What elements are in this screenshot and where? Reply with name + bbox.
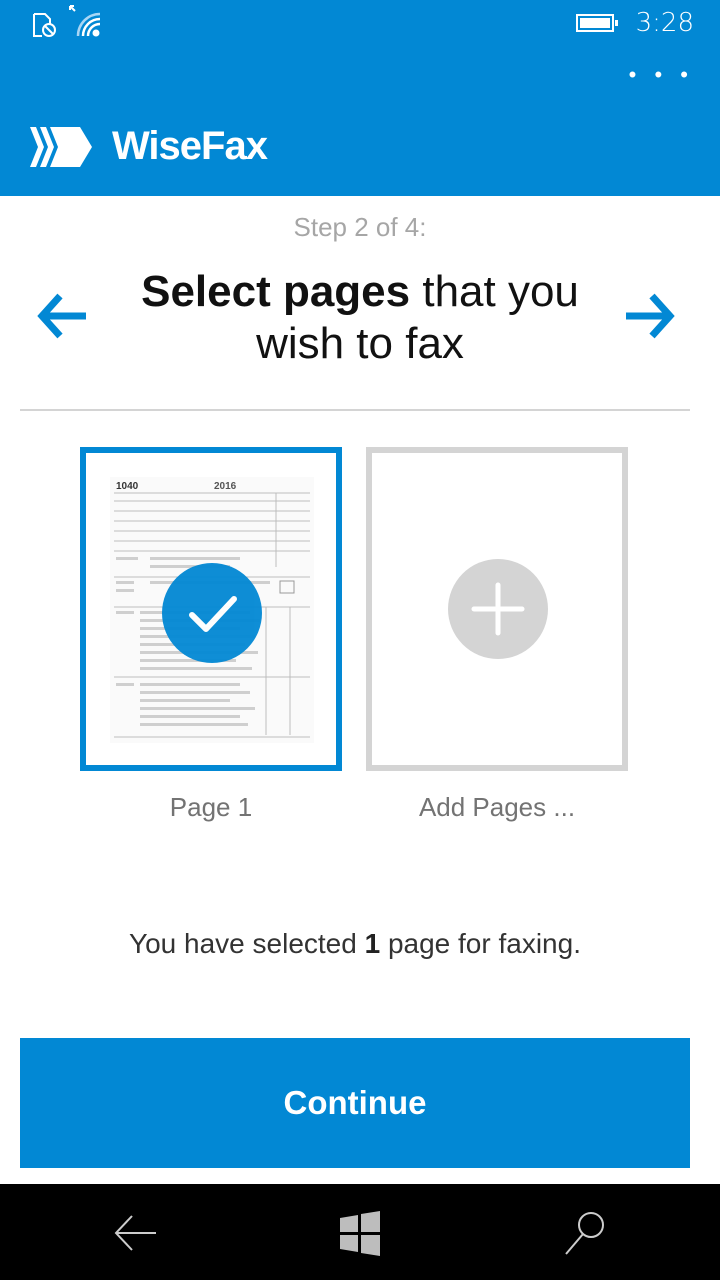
selection-summary: You have selected 1 page for faxing. bbox=[0, 928, 710, 960]
summary-prefix: You have selected bbox=[129, 928, 365, 959]
back-icon[interactable] bbox=[110, 1208, 160, 1258]
more-options-button[interactable]: • • • bbox=[629, 62, 694, 88]
arrow-left-icon[interactable] bbox=[34, 290, 88, 342]
summary-suffix: page for faxing. bbox=[380, 928, 581, 959]
page-title: Select pages that you wish to fax bbox=[110, 266, 610, 370]
search-icon[interactable] bbox=[560, 1208, 610, 1258]
system-nav-bar bbox=[0, 1184, 720, 1280]
wifi-icon bbox=[69, 5, 101, 37]
title-bold: Select pages bbox=[141, 267, 411, 316]
app-logo: WiseFax bbox=[30, 124, 268, 169]
step-indicator: Step 2 of 4: bbox=[293, 212, 427, 242]
app-header: 3:28 • • • WiseFax bbox=[0, 0, 720, 196]
clock: 3:28 bbox=[635, 8, 694, 38]
sim-blocked-icon bbox=[33, 13, 56, 37]
page-1-label: Page 1 bbox=[169, 792, 253, 822]
selected-check-badge bbox=[162, 563, 262, 663]
svg-text:1040: 1040 bbox=[116, 481, 139, 492]
arrow-right-icon[interactable] bbox=[624, 290, 678, 342]
status-bar: 3:28 bbox=[0, 0, 720, 48]
divider bbox=[20, 409, 690, 411]
svg-text:2016: 2016 bbox=[214, 481, 237, 492]
battery-icon bbox=[576, 14, 618, 32]
checkmark-icon bbox=[189, 596, 237, 632]
add-circle bbox=[448, 559, 548, 659]
plus-icon bbox=[471, 582, 525, 636]
page-card-selected[interactable]: 1040 2016 bbox=[80, 447, 342, 771]
wisefax-chevrons-logo-icon bbox=[30, 126, 92, 167]
add-pages-label: Add Pages ... bbox=[418, 792, 576, 822]
selected-count: 1 bbox=[364, 928, 381, 959]
continue-button[interactable]: Continue bbox=[20, 1038, 690, 1168]
windows-start-icon[interactable] bbox=[336, 1208, 386, 1258]
add-pages-button[interactable] bbox=[366, 447, 628, 771]
app-name: WiseFax bbox=[112, 124, 268, 168]
